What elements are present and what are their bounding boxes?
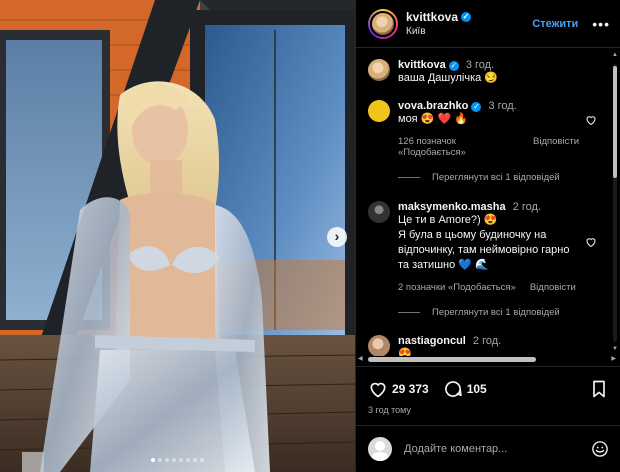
post-caption: kvittkova ✓ 3 год. ваша Дашулічка 😏 (368, 59, 609, 86)
post-header: kvittkova ✓ Київ Стежити ••• (356, 0, 620, 48)
heart-icon[interactable] (585, 114, 597, 126)
view-replies-button[interactable]: Переглянути всі 1 відповідей (398, 307, 609, 318)
hscroll-thumb[interactable] (368, 357, 536, 362)
scroll-down-icon[interactable]: ▼ (612, 346, 618, 352)
author-username[interactable]: kvittkova (406, 10, 458, 24)
commenter-avatar[interactable] (368, 201, 390, 223)
carousel-dot (172, 458, 176, 462)
carousel-dot (193, 458, 197, 462)
horizontal-scrollbar[interactable]: ◀ ▶ (356, 355, 620, 364)
photo-image (0, 0, 355, 472)
comment-time: 2 год. (512, 201, 541, 213)
replies-divider (398, 312, 420, 313)
carousel-dot (179, 458, 183, 462)
scroll-up-icon[interactable]: ▲ (612, 52, 618, 58)
commenter-username[interactable]: nastiagoncul (398, 335, 466, 347)
comment-likes[interactable]: 126 позначок «Подобається» (398, 136, 519, 158)
commenter-avatar[interactable] (368, 100, 390, 122)
likes-count: 29 373 (392, 382, 429, 396)
chevron-right-icon: › (334, 228, 340, 244)
carousel-dot (158, 458, 162, 462)
comment-item: nastiagoncul 2 год. 😍 (368, 335, 609, 356)
comment-meta: 2 позначки «Подобається» Відповісти (398, 282, 579, 293)
post-viewer: › kvittkova ✓ Київ Стежити ••• kvittkova… (0, 0, 620, 472)
carousel-dot (200, 458, 204, 462)
commenter-username[interactable]: vova.brazhko (398, 100, 468, 112)
verified-icon: ✓ (461, 12, 472, 22)
comment-meta: 126 позначок «Подобається» Відповісти (398, 136, 579, 158)
comment-icon (444, 381, 462, 397)
post-location[interactable]: Київ (406, 26, 532, 37)
more-icon[interactable]: ••• (592, 16, 610, 32)
heart-icon (370, 382, 386, 398)
comment-body: vova.brazhko ✓ 3 год. моя 😍 ❤️ 🔥 126 поз… (398, 100, 609, 158)
author-avatar[interactable] (368, 8, 398, 39)
reply-button[interactable]: Відповісти (530, 282, 576, 293)
carousel-indicator (0, 458, 355, 462)
view-replies-label: Переглянути всі 1 відповідей (432, 307, 560, 318)
comment-time: 3 год. (488, 100, 517, 112)
caption-avatar[interactable] (368, 59, 390, 81)
comment-header: maksymenko.masha 2 год. (398, 201, 579, 213)
caption-time: 3 год. (465, 59, 495, 71)
action-row: 29 373 105 (368, 379, 609, 399)
comment-item: maksymenko.masha 2 год. Це ти в Amore?) … (368, 201, 609, 293)
add-comment-bar (356, 425, 620, 472)
comment-body: nastiagoncul 2 год. 😍 (398, 335, 609, 356)
comment-text: Це ти в Amore?) 😍 Я була в цьому будиноч… (398, 214, 570, 271)
verified-icon: ✓ (471, 102, 482, 112)
carousel-dot (151, 458, 155, 462)
next-slide-button[interactable]: › (327, 227, 347, 247)
bookmark-icon[interactable] (589, 379, 609, 399)
comment-body: maksymenko.masha 2 год. Це ти в Amore?) … (398, 201, 609, 293)
comments-list: kvittkova ✓ 3 год. ваша Дашулічка 😏 vova… (356, 49, 609, 356)
post-actions: 29 373 105 3 год тому (356, 366, 620, 416)
comment-time: 2 год. (472, 335, 502, 347)
comments-count: 105 (466, 382, 487, 396)
heart-icon[interactable] (585, 236, 597, 248)
caption-header: kvittkova ✓ 3 год. (398, 59, 579, 71)
carousel-dot (186, 458, 190, 462)
current-user-avatar (368, 437, 392, 461)
comment-item: vova.brazhko ✓ 3 год. моя 😍 ❤️ 🔥 126 поз… (368, 100, 609, 158)
reply-button[interactable]: Відповісти (533, 136, 579, 158)
caption-username[interactable]: kvittkova (398, 59, 446, 71)
comment-header: nastiagoncul 2 год. (398, 335, 579, 347)
author-username-row: kvittkova ✓ (406, 10, 472, 24)
scrollbar-thumb[interactable] (613, 66, 617, 178)
replies-divider (398, 177, 420, 178)
author-info: kvittkova ✓ Київ (406, 10, 532, 37)
comment-button[interactable]: 105 (443, 379, 487, 399)
follow-button[interactable]: Стежити (532, 18, 578, 30)
carousel-dot (165, 458, 169, 462)
comment-likes[interactable]: 2 позначки «Подобається» (398, 282, 516, 293)
comment-text: моя 😍 ❤️ 🔥 (398, 113, 468, 125)
caption-text: ваша Дашулічка 😏 (398, 72, 499, 84)
caption-body: kvittkova ✓ 3 год. ваша Дашулічка 😏 (398, 59, 609, 86)
commenter-username[interactable]: maksymenko.masha (398, 201, 506, 213)
view-replies-label: Переглянути всі 1 відповідей (432, 172, 560, 183)
view-replies-button[interactable]: Переглянути всі 1 відповідей (398, 172, 609, 183)
post-timestamp[interactable]: 3 год тому (368, 405, 609, 415)
scroll-right-icon[interactable]: ▶ (611, 355, 616, 362)
comments-scrollbar[interactable]: ▲ ▼ (612, 52, 618, 352)
commenter-avatar[interactable] (368, 335, 390, 356)
like-button[interactable]: 29 373 (368, 379, 429, 399)
post-photo[interactable]: › (0, 0, 355, 472)
scroll-left-icon[interactable]: ◀ (358, 355, 363, 362)
emoji-icon[interactable] (591, 440, 609, 458)
verified-icon: ✓ (448, 61, 459, 71)
comment-header: vova.brazhko ✓ 3 год. (398, 100, 579, 112)
post-sidebar: kvittkova ✓ Київ Стежити ••• kvittkova ✓… (355, 0, 620, 472)
comment-input[interactable] (404, 443, 591, 455)
